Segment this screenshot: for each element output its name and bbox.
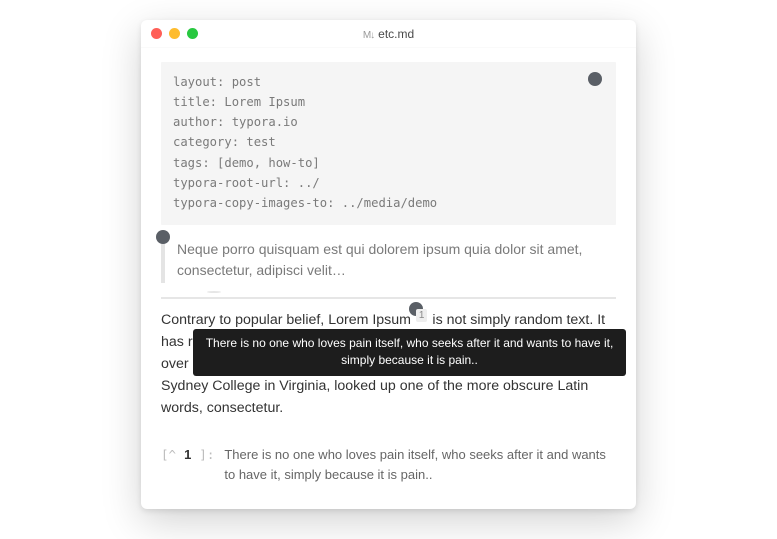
blockquote-text[interactable]: Neque porro quisquam est qui dolorem ips… (177, 241, 582, 278)
footnote-marker-close[interactable]: ]: (199, 445, 214, 464)
frontmatter-line[interactable]: title: Lorem Ipsum (173, 92, 604, 112)
editor-window: M↓ etc.md layout: post title: Lorem Ipsum… (141, 20, 636, 509)
editor-content[interactable]: layout: post title: Lorem Ipsum author: … (141, 48, 636, 509)
frontmatter-line[interactable]: layout: post (173, 72, 604, 92)
frontmatter-line[interactable]: typora-copy-images-to: ../media/demo (173, 193, 604, 213)
annotation-dot-icon (156, 230, 170, 244)
blockquote[interactable]: Neque porro quisquam est qui dolorem ips… (161, 237, 616, 283)
maximize-icon[interactable] (187, 28, 198, 39)
frontmatter-block[interactable]: layout: post title: Lorem Ipsum author: … (161, 62, 616, 225)
paragraph[interactable]: Contrary to popular belief, Lorem Ipsum … (161, 309, 616, 419)
frontmatter-line[interactable]: author: typora.io (173, 112, 604, 132)
frontmatter-line[interactable]: typora-root-url: ../ (173, 173, 604, 193)
window-title: M↓ etc.md (141, 27, 636, 41)
annotation-dot-icon (588, 72, 602, 86)
traffic-lights (141, 28, 198, 39)
close-icon[interactable] (151, 28, 162, 39)
frontmatter-line[interactable]: category: test (173, 132, 604, 152)
frontmatter-line[interactable]: tags: [demo, how-to] (173, 153, 604, 173)
minimize-icon[interactable] (169, 28, 180, 39)
footnote-number[interactable]: 1 (176, 445, 199, 465)
document-icon: M↓ (363, 30, 374, 41)
horizontal-rule[interactable] (161, 297, 616, 299)
titlebar: M↓ etc.md (141, 20, 636, 48)
window-title-text: etc.md (378, 27, 414, 41)
footnote-tooltip: There is no one who loves pain itself, w… (193, 329, 626, 376)
footnote-text[interactable]: There is no one who loves pain itself, w… (224, 445, 616, 485)
tooltip-text: There is no one who loves pain itself, w… (193, 329, 626, 376)
paragraph-text-pre[interactable]: Contrary to popular belief, Lorem Ipsum (161, 312, 415, 328)
footnote-definition[interactable]: [^ 1 ]: There is no one who loves pain i… (161, 445, 616, 485)
footnote-reference[interactable]: 1 (416, 309, 428, 322)
annotation-dot-icon (207, 291, 221, 293)
footnote-marker-open[interactable]: [^ (161, 445, 176, 464)
